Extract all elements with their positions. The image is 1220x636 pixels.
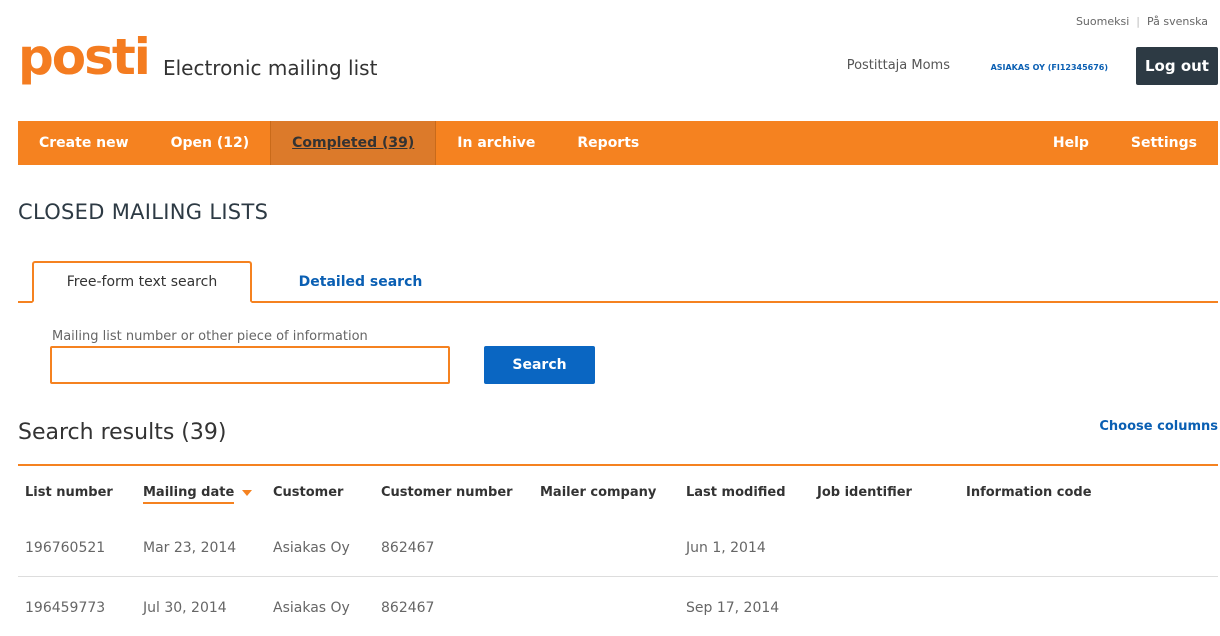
column-header-label: Last modified [686, 485, 786, 500]
column-header-label: Information code [966, 485, 1092, 500]
cell-customer: Asiakas Oy [273, 600, 350, 616]
search-field-label: Mailing list number or other piece of in… [52, 329, 368, 344]
language-swedish-link[interactable]: På svenska [1147, 15, 1208, 28]
column-header-label: Customer number [381, 485, 513, 500]
account-link[interactable]: ASIAKAS OY (FI12345676) [991, 63, 1108, 72]
column-header-job-identifier[interactable]: Job identifier [817, 485, 912, 500]
cell-last-modified: Jun 1, 2014 [686, 540, 766, 556]
nav-completed[interactable]: Completed (39) [270, 121, 437, 165]
nav-in-archive[interactable]: In archive [436, 121, 556, 165]
cell-customer-number: 862467 [381, 540, 435, 556]
main-nav: Create new Open (12) Completed (39) In a… [18, 121, 1218, 165]
cell-mailing-date: Mar 23, 2014 [143, 540, 237, 556]
tab-free-form-search[interactable]: Free-form text search [32, 261, 252, 303]
column-header-mailing-date[interactable]: Mailing date [143, 485, 253, 504]
nav-create-new[interactable]: Create new [18, 121, 150, 165]
cell-customer: Asiakas Oy [273, 540, 350, 556]
table-row[interactable]: 196760521 Mar 23, 2014 Asiakas Oy 862467… [18, 520, 1218, 577]
app-title: Electronic mailing list [162, 56, 378, 80]
results-title: Search results (39) [18, 420, 227, 445]
brand-header: posti Electronic mailing list [18, 30, 377, 84]
column-header-information-code[interactable]: Information code [966, 485, 1092, 500]
cell-mailing-date: Jul 30, 2014 [143, 600, 227, 616]
column-header-mailer-company[interactable]: Mailer company [540, 485, 656, 500]
cell-list-number: 196760521 [25, 540, 106, 556]
user-name: Postittaja Moms [846, 58, 950, 73]
language-finnish-link[interactable]: Suomeksi [1076, 15, 1129, 28]
tab-detailed-search[interactable]: Detailed search [268, 261, 453, 302]
cell-last-modified: Sep 17, 2014 [686, 600, 780, 616]
column-header-last-modified[interactable]: Last modified [686, 485, 786, 500]
column-header-label: Customer [273, 485, 344, 500]
nav-settings[interactable]: Settings [1110, 121, 1218, 165]
column-header-label: Mailer company [540, 485, 657, 500]
results-divider [18, 464, 1218, 466]
sort-descending-icon [242, 489, 253, 496]
column-header-label: Mailing date [143, 485, 235, 504]
column-header-list-number[interactable]: List number [25, 485, 113, 500]
table-row[interactable]: 196459773 Jul 30, 2014 Asiakas Oy 862467… [18, 580, 1218, 636]
cell-list-number: 196459773 [25, 600, 106, 616]
column-header-label: Job identifier [817, 485, 912, 500]
nav-help[interactable]: Help [1032, 121, 1110, 165]
nav-reports[interactable]: Reports [556, 121, 660, 165]
page-title: CLOSED MAILING LISTS [18, 200, 269, 224]
search-tabs: Free-form text search Detailed search [18, 261, 1218, 303]
language-switcher: Suomeksi | På svenska [1076, 15, 1208, 28]
search-input[interactable] [50, 346, 450, 384]
search-button[interactable]: Search [484, 346, 595, 384]
logout-button[interactable]: Log out [1136, 47, 1218, 85]
column-header-customer-number[interactable]: Customer number [381, 485, 513, 500]
column-header-customer[interactable]: Customer [273, 485, 343, 500]
column-header-label: List number [25, 485, 113, 500]
choose-columns-link[interactable]: Choose columns [1099, 419, 1218, 434]
nav-open[interactable]: Open (12) [150, 121, 271, 165]
language-separator: | [1136, 15, 1140, 28]
posti-logo[interactable]: posti [18, 30, 151, 84]
cell-customer-number: 862467 [381, 600, 435, 616]
